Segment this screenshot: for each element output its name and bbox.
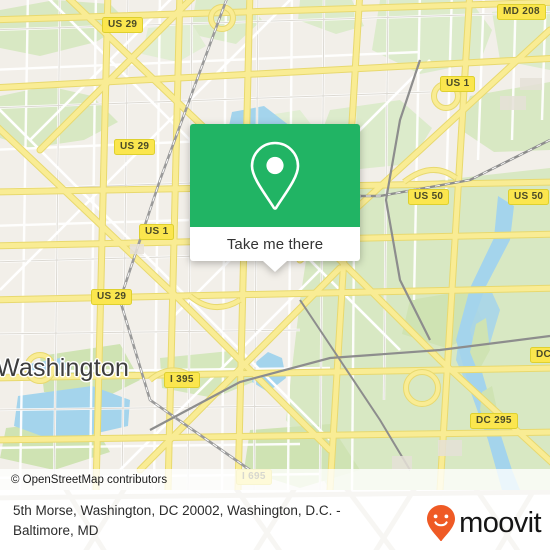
map-attribution-bar: © OpenStreetMap contributors: [0, 469, 550, 490]
address-line-1: 5th Morse, Washington, DC 20002, Washing…: [13, 503, 341, 518]
road-shield-us-29-southwest: US 29: [91, 289, 133, 305]
popup-action-bar[interactable]: Take me there: [190, 227, 360, 272]
road-shield-md-208: MD 208: [497, 4, 546, 20]
moovit-brand[interactable]: moovit: [426, 504, 542, 542]
attribution-text[interactable]: © OpenStreetMap contributors: [0, 474, 167, 486]
address-line-2: Baltimore, MD: [13, 523, 99, 538]
road-shield-us-29-north: US 29: [102, 17, 144, 33]
map-popup-card[interactable]: Take me there: [190, 124, 360, 272]
moovit-smiley-pin-icon: [427, 505, 456, 542]
popup-marker-panel: [190, 124, 360, 227]
take-me-there-label: Take me there: [226, 235, 324, 253]
bottom-bar-content: 5th Morse, Washington, DC 20002, Washing…: [0, 490, 550, 550]
location-pin-icon: [250, 141, 300, 210]
address-text: 5th Morse, Washington, DC 20002, Washing…: [13, 501, 413, 541]
map-screenshot-page: Washington US 29 MD 208 US 1 US 29 US 50…: [0, 0, 550, 550]
road-shield-us-1-mid: US 1: [139, 224, 175, 240]
road-shield-i-395: I 395: [164, 372, 200, 388]
road-shield-us-50-center: US 50: [408, 189, 450, 205]
road-shield-us-50-east: US 50: [508, 189, 550, 205]
road-shield-dc-clipped-east: DC: [530, 347, 550, 363]
road-shield-us-29-mid: US 29: [114, 139, 156, 155]
bottom-info-bar: 5th Morse, Washington, DC 20002, Washing…: [0, 490, 550, 550]
place-label-washington: Washington: [0, 354, 130, 382]
road-shield-us-1-northeast: US 1: [440, 76, 476, 92]
moovit-wordmark: moovit: [459, 506, 541, 539]
map-canvas[interactable]: Washington US 29 MD 208 US 1 US 29 US 50…: [0, 0, 550, 490]
road-shield-dc-295: DC 295: [470, 413, 518, 429]
popup-pointer-tail: [263, 261, 287, 272]
